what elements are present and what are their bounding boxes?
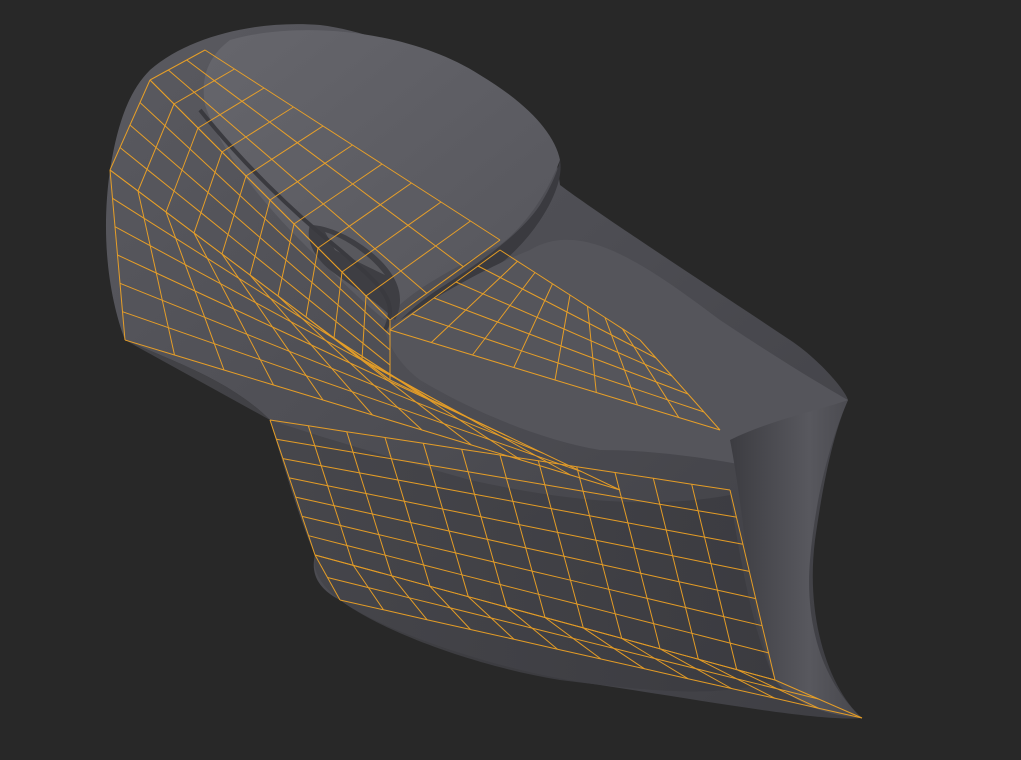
3d-viewport[interactable]: [0, 0, 1021, 760]
viewport-canvas[interactable]: [0, 0, 1021, 760]
